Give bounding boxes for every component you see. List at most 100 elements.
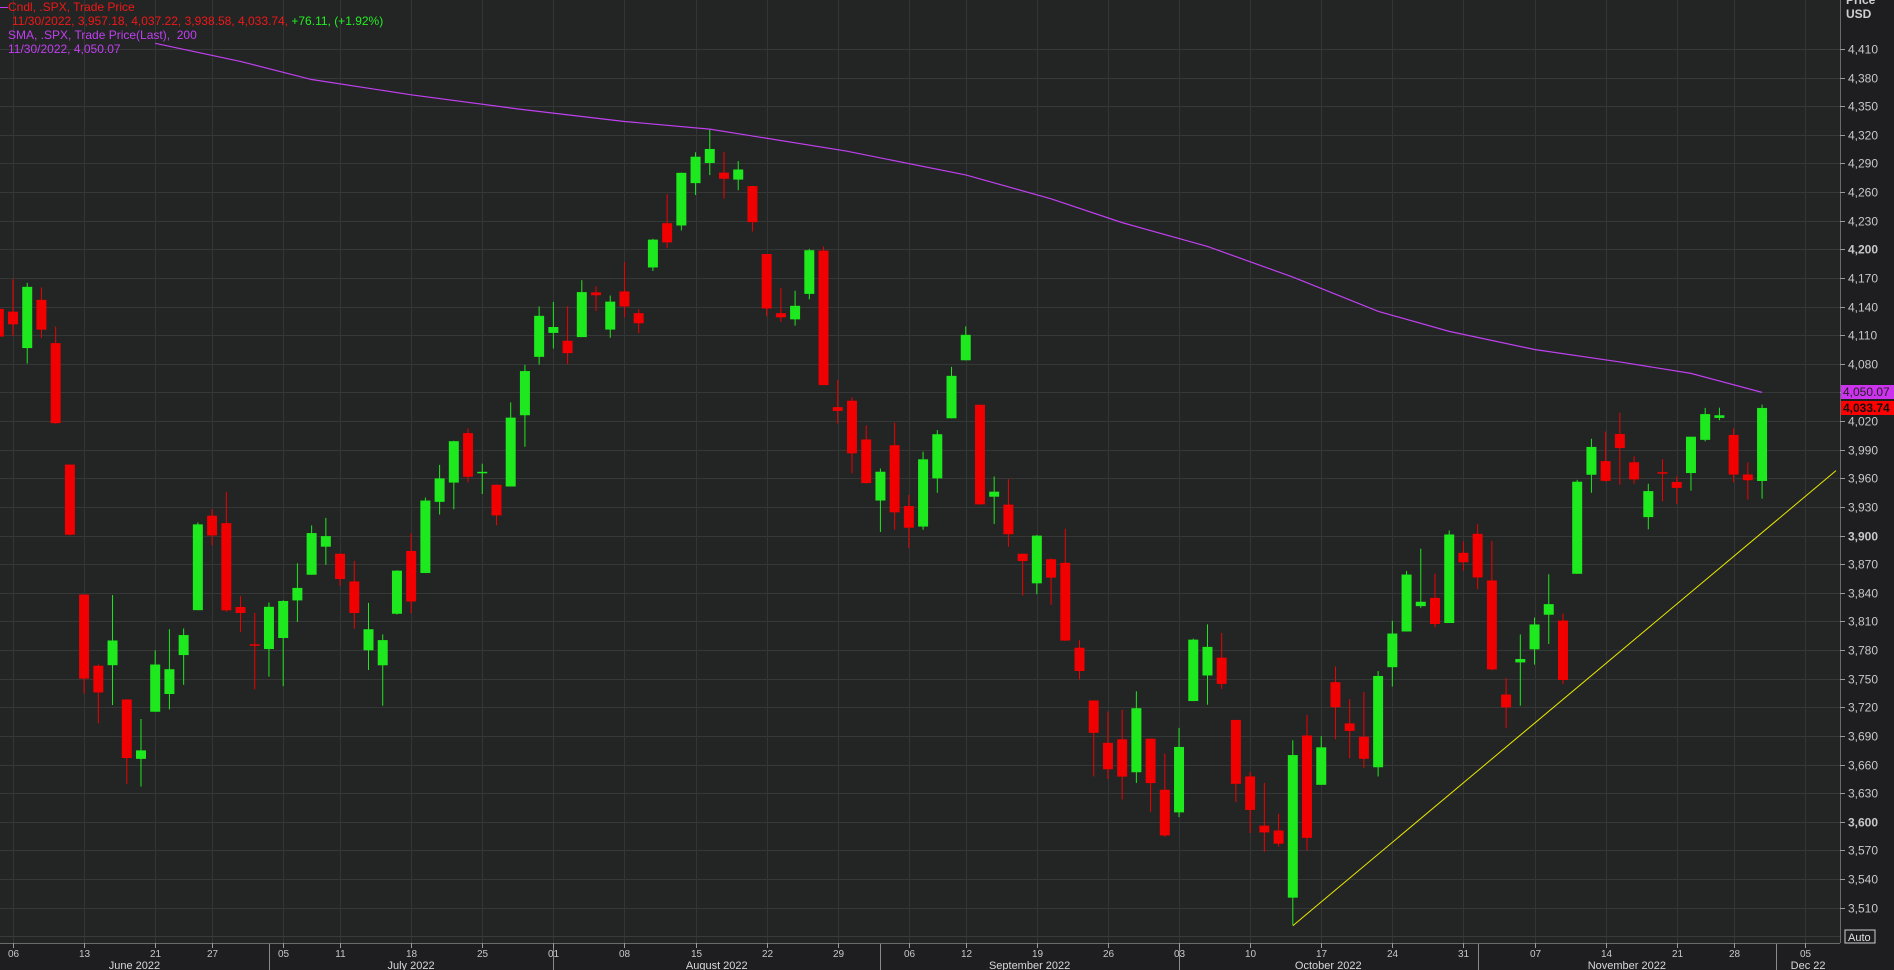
time-tick-label: 15 bbox=[691, 949, 703, 960]
candle-body bbox=[1530, 624, 1540, 649]
candle-body bbox=[477, 472, 487, 474]
candle-body bbox=[776, 313, 786, 317]
candle-body bbox=[1558, 621, 1568, 680]
price-axis[interactable]: 3,5103,5403,5703,6003,6303,6603,6903,720… bbox=[1840, 43, 1878, 916]
time-tick-label: 08 bbox=[619, 949, 631, 960]
candle-body bbox=[79, 594, 89, 678]
candle-up[interactable] bbox=[1188, 639, 1198, 701]
price-tick-label: 4,320 bbox=[1848, 129, 1878, 143]
candle-body bbox=[989, 492, 999, 497]
month-label: Dec 22 bbox=[1791, 960, 1826, 970]
candle-body bbox=[1217, 658, 1227, 684]
price-chart[interactable]: 3,5103,5403,5703,6003,6303,6603,6903,720… bbox=[0, 0, 1894, 970]
candle-body bbox=[150, 665, 160, 712]
time-tick-label: 31 bbox=[1458, 949, 1470, 960]
candle-body bbox=[1387, 634, 1397, 668]
candle-body bbox=[705, 149, 715, 163]
candle-body bbox=[278, 601, 288, 638]
candle-body bbox=[122, 699, 132, 758]
candle-down[interactable] bbox=[463, 428, 473, 482]
price-tick-label: 4,380 bbox=[1848, 72, 1878, 86]
candle-down[interactable] bbox=[65, 465, 75, 536]
candle-body bbox=[307, 533, 317, 575]
candle-down[interactable] bbox=[1729, 428, 1739, 482]
price-tick-label: 3,870 bbox=[1848, 558, 1878, 572]
time-tick-label: 07 bbox=[1530, 949, 1542, 960]
candle-body bbox=[975, 405, 985, 505]
candle-body bbox=[1202, 647, 1212, 676]
candle-body bbox=[904, 506, 914, 528]
auto-scale-button[interactable]: Auto bbox=[1845, 930, 1875, 944]
price-tick-label: 4,170 bbox=[1848, 272, 1878, 286]
candle-down[interactable] bbox=[1558, 614, 1568, 685]
candle-body bbox=[1487, 580, 1497, 669]
candle-body bbox=[1302, 735, 1312, 837]
candle-body bbox=[520, 371, 530, 415]
time-tick-label: 05 bbox=[1800, 949, 1812, 960]
candle-body bbox=[961, 335, 971, 360]
candle-down[interactable] bbox=[762, 254, 772, 316]
candle-up[interactable] bbox=[676, 173, 686, 231]
candle-body bbox=[335, 554, 345, 579]
candle-body bbox=[890, 445, 900, 512]
candle-body bbox=[93, 666, 103, 693]
price-tick-label: 3,780 bbox=[1848, 644, 1878, 658]
time-axis[interactable]: 0613212705111825010815222906121926031017… bbox=[8, 943, 1826, 970]
time-tick-label: 28 bbox=[1729, 949, 1741, 960]
candle-body bbox=[179, 635, 189, 655]
price-tick-label: 3,630 bbox=[1848, 787, 1878, 801]
candle-body bbox=[1615, 434, 1625, 448]
candle-body bbox=[1373, 676, 1383, 767]
time-tick-label: 06 bbox=[904, 949, 916, 960]
candle-body bbox=[1089, 700, 1099, 732]
candle-up[interactable] bbox=[420, 498, 430, 573]
candle-body bbox=[563, 341, 573, 353]
candle-down[interactable] bbox=[819, 246, 829, 385]
price-tick-label: 4,410 bbox=[1848, 43, 1878, 57]
candle-up[interactable] bbox=[193, 522, 203, 610]
candle-body bbox=[847, 401, 857, 454]
legend-series2-name: SMA, .SPX, Trade Price(Last), 200 bbox=[8, 28, 383, 42]
time-tick-label: 24 bbox=[1387, 949, 1399, 960]
candle-up[interactable] bbox=[1572, 480, 1582, 574]
price-tick-label: 3,960 bbox=[1848, 472, 1878, 486]
candle-body bbox=[8, 312, 18, 325]
candle-body bbox=[861, 439, 871, 483]
candle-body bbox=[875, 472, 885, 501]
candle-body bbox=[349, 581, 359, 613]
candle-up[interactable] bbox=[648, 239, 658, 271]
candle-up[interactable] bbox=[1444, 530, 1454, 623]
candle-body bbox=[1714, 415, 1724, 418]
price-tick-label: 4,290 bbox=[1848, 157, 1878, 171]
candle-up[interactable] bbox=[1402, 571, 1412, 632]
time-tick-label: 12 bbox=[961, 949, 973, 960]
candle-body bbox=[51, 343, 61, 423]
candle-body bbox=[164, 669, 174, 694]
candle-down[interactable] bbox=[975, 405, 985, 505]
candle-up[interactable] bbox=[804, 249, 814, 299]
candle-up[interactable] bbox=[392, 570, 402, 614]
candle-body bbox=[1032, 536, 1042, 584]
candle-body bbox=[1075, 648, 1085, 671]
time-tick-label: 22 bbox=[762, 949, 774, 960]
candle-body bbox=[193, 524, 203, 610]
candle-body bbox=[1643, 491, 1653, 517]
candle-body bbox=[1003, 505, 1013, 535]
candle-body bbox=[1402, 575, 1412, 632]
time-tick-label: 13 bbox=[79, 949, 91, 960]
candle-body bbox=[136, 750, 146, 758]
price-tick-label: 3,840 bbox=[1848, 587, 1878, 601]
candle-up[interactable] bbox=[918, 452, 928, 530]
price-tick-label: 3,570 bbox=[1848, 844, 1878, 858]
candle-body bbox=[733, 169, 743, 179]
candle-body bbox=[1046, 559, 1056, 577]
candle-body bbox=[1359, 737, 1369, 759]
time-tick-label: 17 bbox=[1316, 949, 1328, 960]
candle-body bbox=[1103, 743, 1113, 769]
candle-body bbox=[747, 186, 757, 222]
candle-up[interactable] bbox=[1373, 671, 1383, 776]
candle-up[interactable] bbox=[1288, 740, 1298, 925]
axis-header-currency: USD bbox=[1846, 7, 1872, 21]
time-tick-label: 29 bbox=[833, 949, 845, 960]
candle-body bbox=[1245, 776, 1255, 809]
